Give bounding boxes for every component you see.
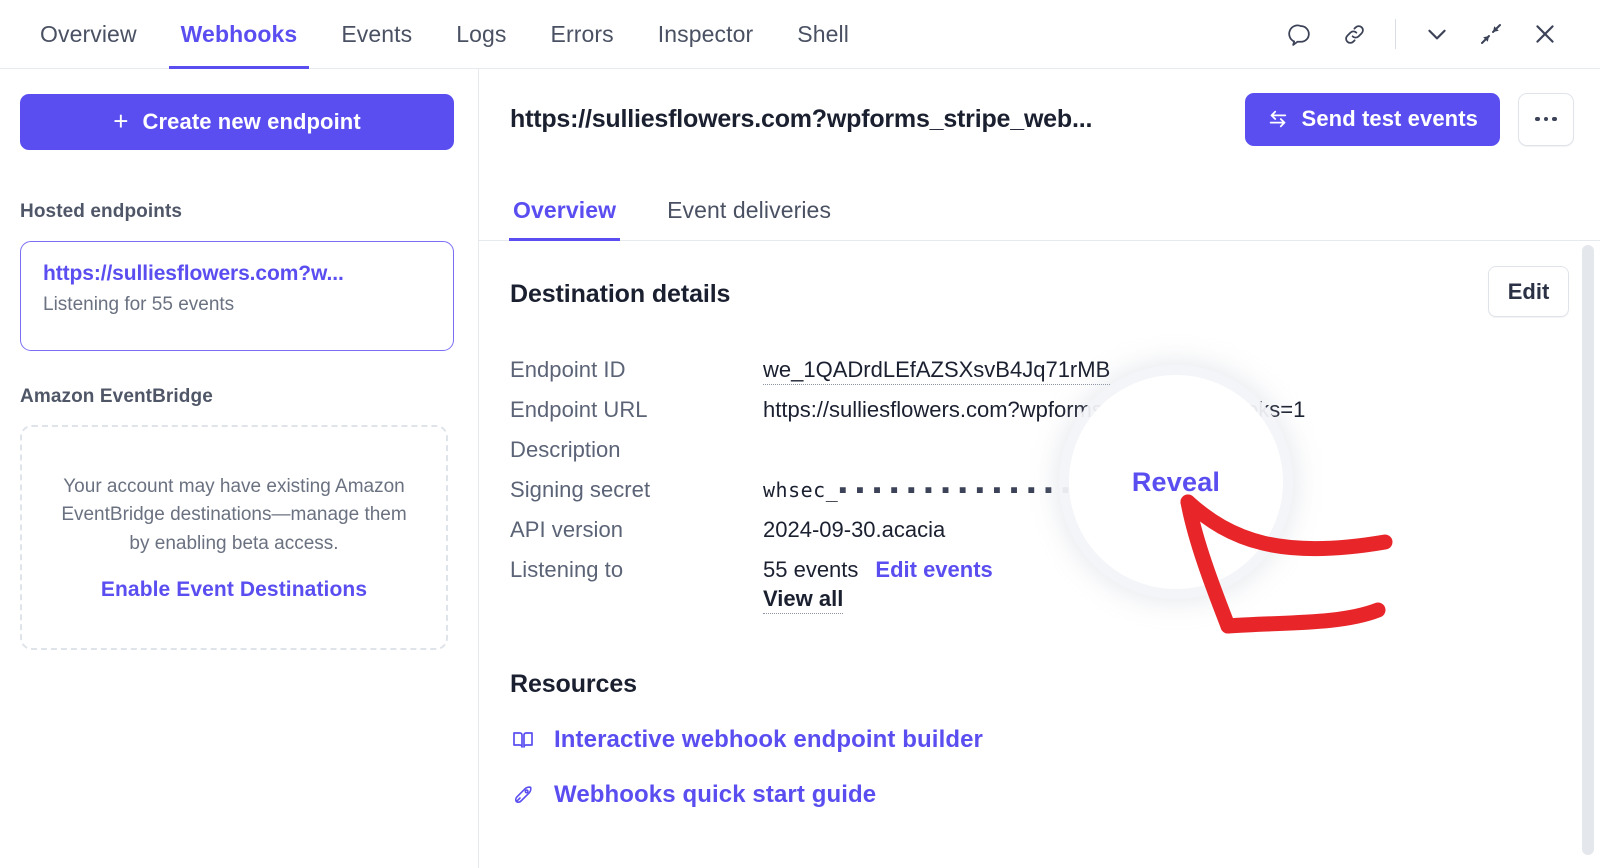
resources-section: Resources Interactive webhook endpoint b… bbox=[510, 670, 1569, 809]
close-icon[interactable] bbox=[1518, 7, 1572, 61]
stripe-webhooks-page: Overview Webhooks Events Logs Errors Ins… bbox=[0, 0, 1600, 868]
ellipsis-icon bbox=[1535, 116, 1557, 122]
main-sub-tabs: Overview Event deliveries bbox=[479, 169, 1600, 241]
tab-inspector-label: Inspector bbox=[657, 20, 754, 47]
detail-value-listening-to: 55 events bbox=[763, 557, 859, 582]
top-nav-actions bbox=[1273, 7, 1600, 61]
swap-arrows-icon bbox=[1267, 108, 1289, 130]
resource-link-quick-start-label: Webhooks quick start guide bbox=[554, 781, 877, 808]
detail-label-description: Description bbox=[510, 437, 621, 462]
amazon-eventbridge-heading: Amazon EventBridge bbox=[20, 386, 213, 407]
sidebar-endpoint-subtitle: Listening for 55 events bbox=[43, 294, 235, 315]
signing-secret-masked: ▪▪▪▪▪▪▪▪▪▪▪▪▪▪▪ bbox=[838, 480, 1096, 498]
main-panel: https://sulliesflowers.com?wpforms_strip… bbox=[479, 69, 1600, 868]
hosted-endpoints-heading: Hosted endpoints bbox=[20, 201, 183, 222]
resources-title: Resources bbox=[510, 670, 637, 698]
tab-logs[interactable]: Logs bbox=[434, 0, 528, 69]
tab-shell[interactable]: Shell bbox=[775, 0, 871, 69]
page-title: https://sulliesflowers.com?wpforms_strip… bbox=[510, 104, 1093, 133]
tab-inspector[interactable]: Inspector bbox=[636, 0, 776, 69]
main-header-actions: Send test events bbox=[1244, 92, 1574, 146]
detail-label-api-version: API version bbox=[510, 517, 624, 542]
view-all-link[interactable]: View all bbox=[763, 586, 844, 614]
detail-row-listening-to: Listening to 55 events Edit events View … bbox=[510, 557, 1569, 614]
top-nav-tab-list: Overview Webhooks Events Logs Errors Ins… bbox=[0, 0, 871, 69]
tab-logs-label: Logs bbox=[456, 20, 507, 47]
reveal-link-container: Reveal bbox=[1069, 375, 1283, 589]
detail-value-endpoint-id[interactable]: we_1QADrdLEfAZSXsvB4Jq71rMB bbox=[763, 357, 1111, 385]
top-navigation-bar: Overview Webhooks Events Logs Errors Ins… bbox=[0, 0, 1600, 69]
rocket-icon bbox=[510, 782, 536, 808]
edit-button[interactable]: Edit bbox=[1488, 266, 1569, 317]
subtab-event-deliveries[interactable]: Event deliveries bbox=[664, 197, 834, 240]
destination-details-header: Destination details Edit bbox=[510, 266, 1569, 331]
send-test-events-label: Send test events bbox=[1301, 106, 1478, 131]
resource-link-webhook-builder[interactable]: Interactive webhook endpoint builder bbox=[510, 726, 1569, 754]
tab-events[interactable]: Events bbox=[319, 0, 434, 69]
reveal-link[interactable]: Reveal bbox=[1132, 467, 1220, 498]
send-test-events-button[interactable]: Send test events bbox=[1244, 92, 1500, 146]
tab-webhooks[interactable]: Webhooks bbox=[159, 0, 320, 69]
destination-details-title: Destination details bbox=[510, 280, 731, 308]
panel-body: Destination details Edit Endpoint ID we_… bbox=[479, 241, 1600, 809]
more-options-button[interactable] bbox=[1518, 92, 1574, 146]
main-panel-header: https://sulliesflowers.com?wpforms_strip… bbox=[479, 69, 1600, 169]
subtab-overview-label: Overview bbox=[513, 197, 617, 223]
subtab-event-deliveries-label: Event deliveries bbox=[667, 197, 832, 223]
collapse-icon[interactable] bbox=[1464, 7, 1518, 61]
destination-details-list: Endpoint ID we_1QADrdLEfAZSXsvB4Jq71rMB … bbox=[510, 357, 1569, 614]
tab-events-label: Events bbox=[341, 20, 413, 47]
vertical-scrollbar[interactable] bbox=[1582, 245, 1594, 855]
resource-link-quick-start[interactable]: Webhooks quick start guide bbox=[510, 781, 1569, 809]
sidebar: + Create new endpoint Hosted endpoints h… bbox=[0, 69, 479, 868]
chevron-down-icon[interactable] bbox=[1410, 7, 1464, 61]
create-new-endpoint-label: Create new endpoint bbox=[142, 109, 361, 134]
tab-webhooks-label: Webhooks bbox=[180, 20, 298, 47]
detail-row-signing-secret: Signing secret whsec_▪▪▪▪▪▪▪▪▪▪▪▪▪▪▪ bbox=[510, 477, 1569, 517]
sidebar-endpoint-card[interactable]: https://sulliesflowers.com?w... Listenin… bbox=[20, 241, 454, 351]
detail-label-listening-to: Listening to bbox=[510, 557, 624, 582]
tab-overview-label: Overview bbox=[40, 20, 137, 47]
tab-errors[interactable]: Errors bbox=[529, 0, 636, 69]
subtab-overview[interactable]: Overview bbox=[508, 197, 621, 241]
eventbridge-empty-state: Your account may have existing Amazon Ev… bbox=[20, 425, 448, 650]
book-icon bbox=[510, 727, 536, 753]
eventbridge-description: Your account may have existing Amazon Ev… bbox=[61, 475, 407, 554]
detail-label-endpoint-url: Endpoint URL bbox=[510, 397, 648, 422]
detail-value-listening-to-group: 55 events Edit events View all bbox=[763, 557, 993, 614]
detail-label-signing-secret: Signing secret bbox=[510, 477, 651, 502]
detail-label-endpoint-id: Endpoint ID bbox=[510, 357, 626, 382]
detail-row-description: Description bbox=[510, 437, 1569, 477]
plus-icon: + bbox=[113, 106, 129, 136]
edit-events-link[interactable]: Edit events bbox=[875, 557, 992, 583]
create-new-endpoint-button[interactable]: + Create new endpoint bbox=[20, 94, 454, 150]
detail-row-endpoint-url: Endpoint URL https://sulliesflowers.com?… bbox=[510, 397, 1569, 437]
link-icon[interactable] bbox=[1327, 7, 1381, 61]
tab-errors-label: Errors bbox=[550, 20, 614, 47]
sidebar-endpoint-url: https://sulliesflowers.com?w... bbox=[43, 262, 344, 285]
detail-row-endpoint-id: Endpoint ID we_1QADrdLEfAZSXsvB4Jq71rMB bbox=[510, 357, 1569, 397]
nav-divider bbox=[1395, 19, 1396, 49]
tab-overview[interactable]: Overview bbox=[18, 0, 159, 69]
detail-row-api-version: API version 2024-09-30.acacia bbox=[510, 517, 1569, 557]
signing-secret-prefix: whsec_ bbox=[763, 478, 839, 502]
enable-event-destinations-link[interactable]: Enable Event Destinations bbox=[101, 578, 367, 602]
comment-icon[interactable] bbox=[1273, 7, 1327, 61]
detail-value-signing-secret: whsec_▪▪▪▪▪▪▪▪▪▪▪▪▪▪▪ bbox=[763, 478, 1095, 502]
tab-shell-label: Shell bbox=[797, 20, 849, 47]
detail-value-api-version: 2024-09-30.acacia bbox=[763, 517, 946, 542]
resource-link-webhook-builder-label: Interactive webhook endpoint builder bbox=[554, 726, 983, 753]
